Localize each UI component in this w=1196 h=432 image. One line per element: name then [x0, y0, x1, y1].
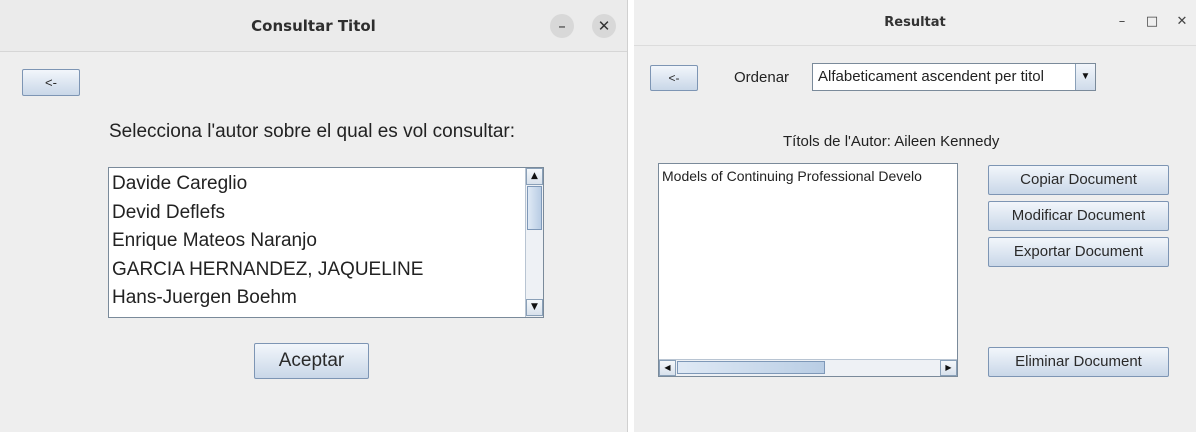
scroll-up-icon[interactable]: ▲ [526, 168, 543, 185]
accept-button[interactable]: Aceptar [254, 343, 369, 379]
scroll-thumb[interactable] [527, 186, 542, 230]
order-select[interactable]: Alfabeticament ascendent per titol ▼ [812, 63, 1096, 91]
scroll-right-icon[interactable]: ▶ [940, 360, 957, 376]
titles-list[interactable]: Models of Continuing Professional Develo… [658, 163, 958, 377]
consultar-titol-window: Consultar Titol – ✕ <- Selecciona l'auto… [0, 0, 628, 432]
delete-document-button[interactable]: Eliminar Document [988, 347, 1169, 377]
export-document-button[interactable]: Exportar Document [988, 237, 1169, 267]
minimize-icon[interactable]: – [1114, 14, 1130, 30]
close-icon[interactable]: ✕ [592, 14, 616, 38]
close-icon[interactable]: ✕ [1174, 14, 1190, 30]
order-selected-value: Alfabeticament ascendent per titol [818, 68, 1044, 85]
modify-document-button[interactable]: Modificar Document [988, 201, 1169, 231]
list-item[interactable]: Devid Deflefs [112, 202, 225, 224]
list-item[interactable]: Models of Continuing Professional Develo [662, 168, 922, 184]
vertical-scrollbar[interactable]: ▲ ▼ [525, 168, 543, 317]
window-title: Resultat [884, 15, 946, 30]
scroll-thumb[interactable] [677, 361, 825, 374]
horizontal-scrollbar[interactable]: ◀ ▶ [659, 359, 957, 376]
order-label: Ordenar [734, 69, 790, 86]
resultat-window: Resultat – □ ✕ <- Ordenar Alfabeticament… [634, 0, 1196, 432]
select-author-prompt: Selecciona l'autor sobre el qual es vol … [109, 121, 516, 142]
title-bar: Consultar Titol – ✕ [0, 0, 627, 52]
list-item[interactable]: Enrique Mateos Naranjo [112, 230, 317, 252]
scroll-down-icon[interactable]: ▼ [526, 299, 543, 316]
list-item[interactable]: GARCIA HERNANDEZ, JAQUELINE [112, 259, 423, 281]
list-item[interactable]: Davide Careglio [112, 173, 247, 195]
scroll-left-icon[interactable]: ◀ [659, 360, 676, 376]
back-button[interactable]: <- [650, 65, 698, 91]
title-bar: Resultat – □ ✕ [634, 0, 1196, 46]
minimize-icon[interactable]: – [550, 14, 574, 38]
window-title: Consultar Titol [251, 17, 376, 35]
chevron-down-icon[interactable]: ▼ [1075, 64, 1095, 90]
back-button[interactable]: <- [22, 69, 80, 96]
copy-document-button[interactable]: Copiar Document [988, 165, 1169, 195]
author-list[interactable]: Davide Careglio Devid Deflefs Enrique Ma… [108, 167, 544, 318]
author-titles-label: Títols de l'Autor: Aileen Kennedy [783, 133, 1000, 150]
list-item[interactable]: Hans-Juergen Boehm [112, 287, 297, 309]
maximize-icon[interactable]: □ [1144, 14, 1160, 30]
